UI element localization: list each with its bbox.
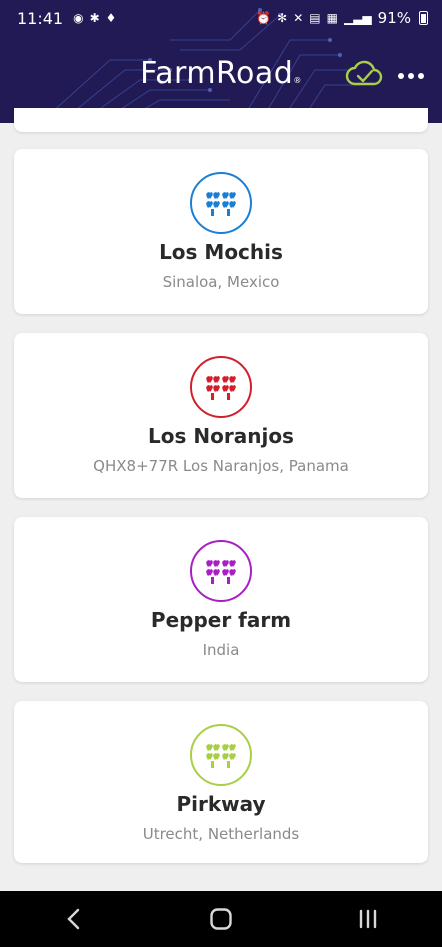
farm-card-2[interactable]: Pepper farm India: [14, 517, 428, 682]
farm-card-3[interactable]: Pirkway Utrecht, Netherlands: [14, 701, 428, 863]
battery-icon: [419, 11, 428, 25]
farm-location: Utrecht, Netherlands: [142, 825, 300, 843]
crop-stem: [211, 761, 214, 768]
signal-icon: ▁▃▅: [343, 11, 372, 25]
battery-percent: 91%: [377, 9, 411, 27]
more-dots-icon: [398, 73, 404, 79]
notification-icon: ♦: [105, 11, 117, 25]
network-5g-icon: ▦: [326, 11, 338, 25]
farm-icon-circle: [190, 356, 252, 418]
farm-location: Sinaloa, Mexico: [162, 273, 280, 291]
crop-icon: [206, 376, 236, 400]
farm-location: QHX8+77R Los Naranjos, Panama: [93, 457, 349, 475]
mute-icon: ✕: [293, 11, 304, 25]
crop-icon: [206, 192, 236, 216]
cloud-check-icon: [345, 60, 383, 86]
cloud-sync-button[interactable]: [345, 58, 383, 90]
app-header: 11:41 ◉ ✱ ♦ ⏰ ✻ ✕ ▤ ▦ ▁▃▅ 91% FarmRoad®: [0, 0, 442, 123]
nav-back-button[interactable]: [44, 899, 104, 939]
back-chevron-icon: [66, 908, 79, 930]
farm-icon-circle: [190, 540, 252, 602]
crop-icon: [206, 744, 236, 768]
status-right: ⏰ ✻ ✕ ▤ ▦ ▁▃▅ 91%: [256, 9, 428, 27]
crop-icon: [206, 560, 236, 584]
home-icon: [210, 908, 232, 930]
logo-text: FarmRoad: [140, 56, 294, 91]
alarm-icon: ⏰: [256, 11, 272, 25]
status-bar: 11:41 ◉ ✱ ♦ ⏰ ✻ ✕ ▤ ▦ ▁▃▅ 91%: [0, 0, 442, 36]
farm-name: Los Mochis: [159, 240, 283, 264]
farm-card-partial[interactable]: [14, 108, 428, 132]
crop-stem: [227, 209, 230, 216]
nav-home-button[interactable]: [191, 899, 251, 939]
crop-stem: [227, 393, 230, 400]
farm-name: Los Noranjos: [148, 424, 294, 448]
crop-stem: [211, 209, 214, 216]
farm-location: India: [202, 641, 240, 659]
crop-stem: [227, 577, 230, 584]
messenger-icon: ◉: [73, 11, 84, 25]
status-time: 11:41: [17, 8, 64, 28]
logo-registered-mark: ®: [293, 76, 302, 85]
crop-stem: [227, 761, 230, 768]
farm-card-1[interactable]: Los Noranjos QHX8+77R Los Naranjos, Pana…: [14, 333, 428, 498]
crop-stem: [211, 577, 214, 584]
bluetooth-icon: ✻: [277, 11, 288, 25]
volte-icon: ▤: [309, 11, 321, 25]
farm-card-0[interactable]: Los Mochis Sinaloa, Mexico: [14, 149, 428, 314]
more-dot: [408, 73, 414, 79]
farm-icon-circle: [190, 724, 252, 786]
farm-name: Pepper farm: [150, 608, 292, 632]
slack-icon: ✱: [89, 11, 100, 25]
nav-recents-button[interactable]: [338, 899, 398, 939]
more-options-button[interactable]: [395, 64, 427, 88]
crop-stem: [211, 393, 214, 400]
more-dot: [418, 73, 424, 79]
farm-icon-circle: [190, 172, 252, 234]
system-nav-bar: [0, 891, 442, 947]
recents-icon: [360, 909, 377, 929]
screen: 11:41 ◉ ✱ ♦ ⏰ ✻ ✕ ▤ ▦ ▁▃▅ 91% FarmRoad®: [0, 0, 442, 947]
status-left: 11:41 ◉ ✱ ♦: [17, 9, 116, 28]
farm-name: Pirkway: [176, 792, 266, 816]
